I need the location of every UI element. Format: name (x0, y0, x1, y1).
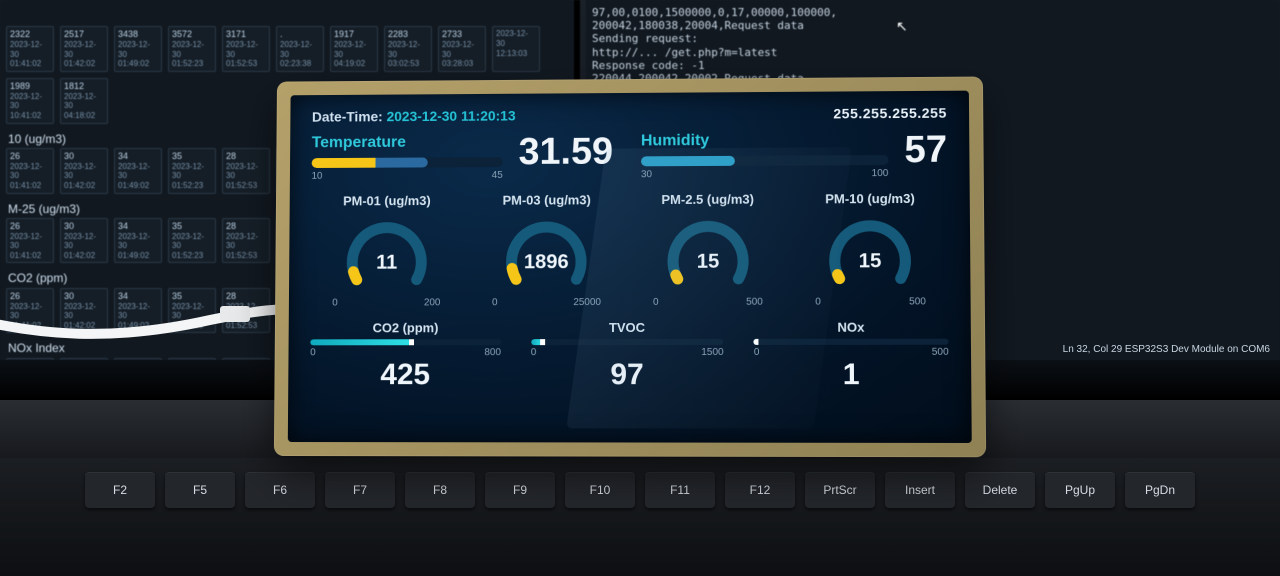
laptop-keyboard: F2 F5 F6 F7 F8 F9 F10 F11 F12 PrtScr Insert Delete P… (0, 458, 1280, 576)
svg-text:1896: 1896 (524, 251, 569, 273)
keyboard-key: Delete (965, 472, 1035, 508)
gauge: PM-03 (ug/m3) 1896 025000 (470, 192, 623, 308)
linear-gauge-value: 1 (754, 358, 949, 392)
keyboard-key: PgDn (1125, 472, 1195, 508)
bg-chip: 19892023-12-3010:41:02 (6, 78, 54, 124)
terminal-line: http://... /get.php?m=latest (592, 46, 1274, 59)
readout-value: 31.59 (519, 133, 613, 171)
datetime-label: Date-Time: (312, 108, 383, 124)
keyboard-key: F10 (565, 472, 635, 508)
linear-gauge: CO2 (ppm) 0800 425 (310, 320, 501, 392)
readout-title: Temperature (312, 133, 503, 152)
ip-address: 255.255.255.255 (833, 105, 947, 122)
gauge: PM-2.5 (ug/m3) 15 0500 (631, 192, 785, 308)
bg-chip: 22832023-12-3003:02:53 (384, 26, 432, 72)
readout-value: 57 (904, 131, 947, 169)
linear-gauge-value: 425 (310, 358, 501, 392)
bg-chip: 31712023-12-3001:52:53 (222, 26, 270, 72)
keyboard-key: F12 (725, 472, 795, 508)
svg-text:15: 15 (696, 251, 719, 273)
photo-scene: . 23222023-12-3001:41:0225172023-12-3001… (0, 0, 1280, 576)
keyboard-key: PrtScr (805, 472, 875, 508)
linear-gauge-bar (754, 339, 949, 345)
keyboard-key: F7 (325, 472, 395, 508)
keyboard-key: F2 (85, 472, 155, 508)
linear-gauge: TVOC 01500 97 (531, 320, 724, 392)
sensor-display-screen[interactable]: Date-Time: 2023-12-30 11:20:13 255.255.2… (288, 91, 972, 443)
bg-chip: .2023-12-3002:23:38 (276, 26, 324, 72)
linear-gauge-title: NOx (754, 320, 949, 335)
readout-bar (312, 157, 503, 168)
bg-chip: 18122023-12-3004:18:02 (60, 78, 108, 124)
top-readouts: Temperature 1045 31.59 Humidity 30100 57 (311, 131, 947, 182)
linear-gauge-bar (310, 339, 501, 345)
bg-chip: 35722023-12-3001:52:23 (168, 26, 216, 72)
keyboard-key: Insert (885, 472, 955, 508)
gauge-row: PM-01 (ug/m3) 11 0200 PM-03 (ug/m3) 1896… (311, 191, 949, 309)
temperature-readout: Temperature 1045 31.59 (311, 133, 613, 182)
gauge-arc-icon: 11 (322, 212, 451, 304)
bg-chip: 25172023-12-3001:42:02 (60, 26, 108, 72)
terminal-line: Sending request: (592, 32, 1274, 45)
bg-chip: 2023-12-3012:13:03 (492, 26, 540, 72)
sensor-display-device: Date-Time: 2023-12-30 11:20:13 255.255.2… (274, 77, 986, 458)
keyboard-key: PgUp (1045, 472, 1115, 508)
keyboard-key: F6 (245, 472, 315, 508)
terminal-line: 97,00,0100,1500000,0,17,00000,100000, (592, 6, 1274, 19)
linear-gauge-title: CO2 (ppm) (310, 320, 501, 335)
gauge-arc-icon: 15 (805, 210, 937, 303)
gauge: PM-10 (ug/m3) 15 0500 (793, 191, 949, 308)
humidity-readout: Humidity 30100 57 (641, 131, 947, 181)
linear-gauge-value: 97 (531, 358, 724, 392)
mouse-cursor-icon: ↖ (896, 18, 908, 35)
gauge-title: PM-01 (ug/m3) (311, 193, 462, 209)
bottom-readouts: CO2 (ppm) 0800 425 TVOC 01500 97 NOx 050… (310, 320, 949, 393)
readout-title: Humidity (641, 131, 888, 150)
gauge-arc-icon: 15 (643, 211, 773, 303)
gauge-arc-icon: 1896 (482, 211, 611, 303)
bg-chip: 19172023-12-3004:19:02 (330, 26, 378, 72)
bg-chip: 23222023-12-3001:41:02 (6, 26, 54, 72)
linear-gauge-bar (531, 339, 724, 345)
gauge-title: PM-10 (ug/m3) (793, 191, 948, 207)
keyboard-key: F11 (645, 472, 715, 508)
linear-gauge-title: TVOC (531, 320, 724, 335)
readout-bar (641, 155, 888, 166)
svg-text:11: 11 (376, 252, 397, 274)
terminal-line: 200042,180038,20004,Request data (592, 19, 1274, 32)
gauge-title: PM-03 (ug/m3) (471, 192, 623, 208)
bg-chip: 34382023-12-3001:49:02 (114, 26, 162, 72)
header-row: Date-Time: 2023-12-30 11:20:13 255.255.2… (312, 105, 947, 125)
bg-chip: 27332023-12-3003:28:03 (438, 26, 486, 72)
gauge: PM-01 (ug/m3) 11 0200 (311, 193, 463, 309)
linear-gauge: NOx 0500 1 (754, 320, 949, 393)
gauge-title: PM-2.5 (ug/m3) (631, 192, 785, 208)
keyboard-key: F5 (165, 472, 235, 508)
editor-statusbar: Ln 32, Col 29 ESP32S3 Dev Module on COM6 (1063, 344, 1270, 355)
datetime-value: 2023-12-30 11:20:13 (387, 108, 516, 125)
terminal-line: Response code: -1 (592, 59, 1274, 72)
keyboard-key: F8 (405, 472, 475, 508)
keyboard-key: F9 (485, 472, 555, 508)
svg-text:15: 15 (859, 250, 882, 272)
